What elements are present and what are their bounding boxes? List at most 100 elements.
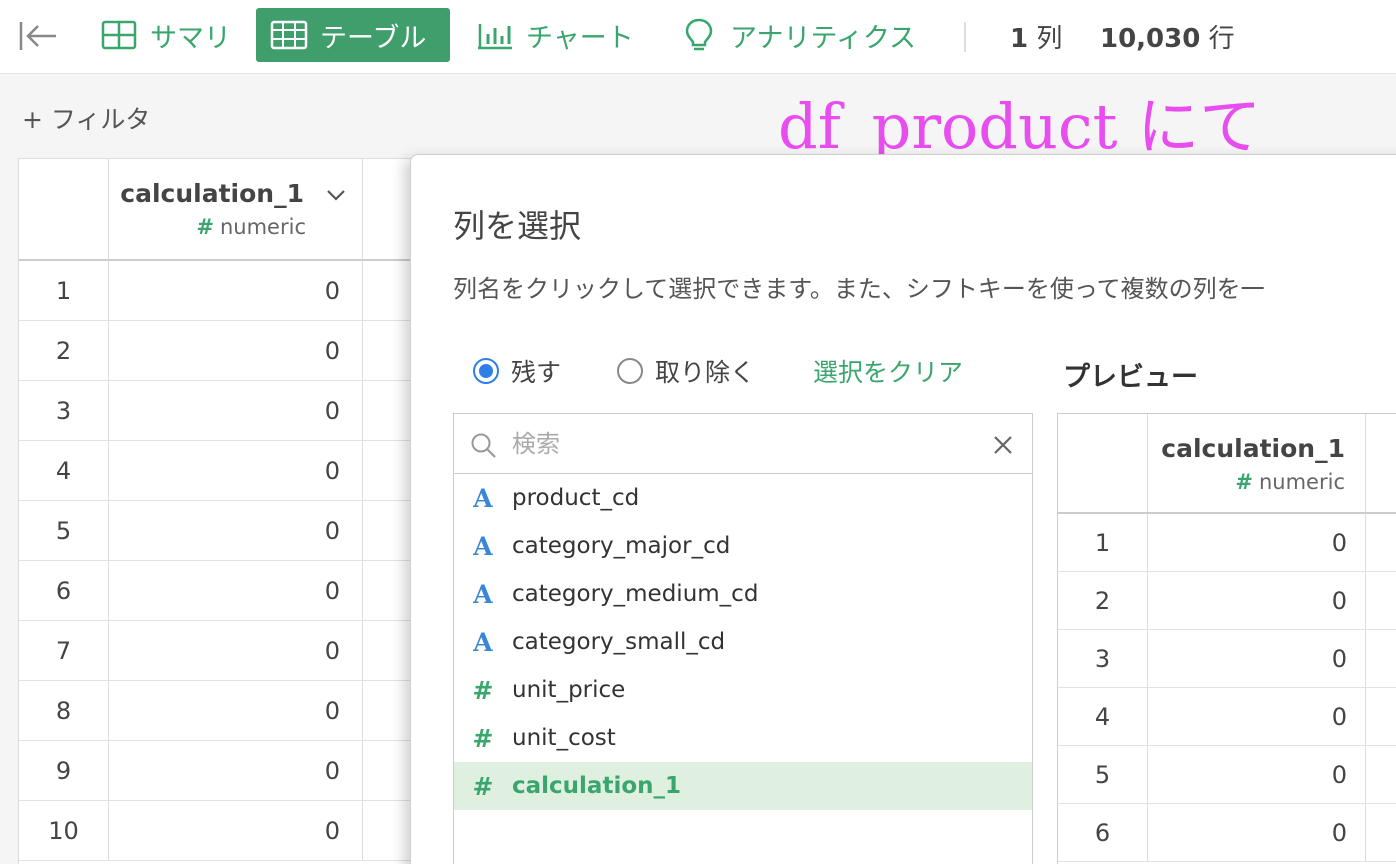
table-cell[interactable]: 0 bbox=[109, 561, 363, 620]
string-type-icon: A bbox=[473, 579, 493, 609]
row-count-unit: 行 bbox=[1208, 24, 1235, 54]
toolbar: サマリ テーブル チャート アナリティクス 1 列 10,030 行 bbox=[0, 0, 1396, 74]
data-table: calculation_1 # numeric 10203040506070809… bbox=[18, 158, 419, 864]
table-row: 30 bbox=[19, 381, 419, 441]
annotation-text: df_product にて bbox=[778, 90, 1262, 163]
table-row: 90 bbox=[19, 741, 419, 801]
row-index: 8 bbox=[19, 681, 109, 740]
table-header: calculation_1 # numeric bbox=[19, 159, 419, 261]
toolbar-divider bbox=[964, 22, 966, 52]
table-cell[interactable]: 0 bbox=[109, 741, 363, 800]
radio-keep[interactable]: 残す bbox=[473, 353, 561, 389]
preview-column-type: # numeric bbox=[1235, 470, 1345, 494]
summary-grid-icon bbox=[100, 20, 138, 50]
row-index: 4 bbox=[19, 441, 109, 500]
table-cell: 0 bbox=[1148, 688, 1366, 745]
search-icon bbox=[470, 432, 498, 460]
tab-table-label: テーブル bbox=[320, 22, 427, 54]
column-count: 1 列 bbox=[1010, 18, 1062, 55]
row-index: 6 bbox=[1058, 804, 1148, 861]
table-cell: 0 bbox=[1148, 514, 1366, 571]
table-cell[interactable]: 0 bbox=[109, 441, 363, 500]
column-list-item-label: unit_cost bbox=[512, 725, 616, 751]
table-cell[interactable]: 0 bbox=[109, 501, 363, 560]
close-icon[interactable] bbox=[992, 434, 1014, 456]
tab-chart-label: チャート bbox=[526, 22, 634, 54]
dialog-description: 列名をクリックして選択できます。また、シフトキーを使って複数の列を一 bbox=[453, 275, 1265, 303]
collapse-sidebar-icon[interactable] bbox=[18, 20, 58, 52]
column-list-item[interactable]: Aproduct_cd bbox=[454, 474, 1032, 522]
table-cell: 0 bbox=[1148, 630, 1366, 687]
column-list-item[interactable]: Acategory_small_cd bbox=[454, 618, 1032, 666]
tab-table[interactable]: テーブル bbox=[256, 8, 450, 62]
table-cell[interactable]: 0 bbox=[109, 261, 363, 320]
preview-row: 60 bbox=[1058, 804, 1396, 862]
row-count: 10,030 行 bbox=[1100, 18, 1235, 55]
column-list-item-label: product_cd bbox=[512, 485, 640, 511]
preview-row: 30 bbox=[1058, 630, 1396, 688]
column-type: # numeric bbox=[196, 215, 306, 239]
column-header-calculation-1[interactable]: calculation_1 # numeric bbox=[109, 159, 363, 259]
table-cell: 0 bbox=[1148, 572, 1366, 629]
add-filter-button[interactable]: + フィルタ bbox=[22, 100, 150, 136]
search-input[interactable] bbox=[512, 426, 952, 462]
tab-analytics[interactable]: アナリティクス bbox=[666, 8, 930, 62]
row-index: 10 bbox=[19, 801, 109, 860]
radio-unchecked-icon bbox=[617, 358, 643, 384]
numeric-type-icon: # bbox=[472, 771, 494, 801]
preview-title: プレビュー bbox=[1063, 362, 1198, 393]
column-list-item-label: category_small_cd bbox=[512, 629, 726, 655]
numeric-type-icon: # bbox=[1235, 470, 1253, 494]
table-row: 10 bbox=[19, 261, 419, 321]
clear-selection-link[interactable]: 選択をクリア bbox=[813, 353, 963, 389]
radio-keep-label: 残す bbox=[511, 358, 562, 387]
tab-summary[interactable]: サマリ bbox=[86, 8, 245, 62]
column-list-item[interactable]: # unit_price bbox=[454, 666, 1032, 714]
column-type-label: numeric bbox=[219, 215, 306, 239]
table-cell[interactable]: 0 bbox=[109, 321, 363, 380]
row-index: 1 bbox=[1058, 514, 1148, 571]
row-count-value: 10,030 bbox=[1100, 24, 1201, 54]
preview-row: 40 bbox=[1058, 688, 1396, 746]
column-list: Aproduct_cdAcategory_major_cdAcategory_m… bbox=[453, 413, 1033, 864]
preview-index-header bbox=[1058, 414, 1148, 512]
table-row: 70 bbox=[19, 621, 419, 681]
table-row: 80 bbox=[19, 681, 419, 741]
chevron-down-icon[interactable] bbox=[324, 185, 348, 205]
index-header bbox=[19, 159, 109, 259]
column-list-item[interactable]: # unit_cost bbox=[454, 714, 1032, 762]
table-row: 20 bbox=[19, 321, 419, 381]
table-cell[interactable]: 0 bbox=[109, 381, 363, 440]
preview-column-header: calculation_1 # numeric bbox=[1148, 414, 1366, 512]
row-index: 2 bbox=[19, 321, 109, 380]
table-row: 40 bbox=[19, 441, 419, 501]
numeric-type-icon: # bbox=[196, 215, 214, 239]
column-count-unit: 列 bbox=[1036, 24, 1063, 54]
search-box bbox=[454, 414, 1032, 474]
numeric-type-icon: # bbox=[472, 723, 494, 753]
preview-row: 20 bbox=[1058, 572, 1396, 630]
preview-row: 10 bbox=[1058, 514, 1396, 572]
column-list-item-label: category_major_cd bbox=[512, 533, 731, 559]
table-row: 60 bbox=[19, 561, 419, 621]
table-cell[interactable]: 0 bbox=[109, 801, 363, 860]
column-list-item[interactable]: Acategory_major_cd bbox=[454, 522, 1032, 570]
column-list-item[interactable]: # calculation_1 bbox=[454, 762, 1032, 810]
string-type-icon: A bbox=[473, 483, 493, 513]
tab-analytics-label: アナリティクス bbox=[730, 22, 917, 54]
string-type-icon: A bbox=[473, 531, 493, 561]
row-index: 3 bbox=[19, 381, 109, 440]
select-columns-dialog: 列を選択 列名をクリックして選択できます。また、シフトキーを使って複数の列を一 … bbox=[410, 154, 1396, 864]
preview-column-name: calculation_1 bbox=[1161, 434, 1345, 463]
row-index: 5 bbox=[19, 501, 109, 560]
table-cell[interactable]: 0 bbox=[109, 681, 363, 740]
table-cell[interactable]: 0 bbox=[109, 621, 363, 680]
tab-summary-label: サマリ bbox=[150, 22, 231, 54]
preview-header: calculation_1 # numeric bbox=[1058, 414, 1396, 514]
dialog-title: 列を選択 bbox=[453, 207, 582, 245]
preview-row: 50 bbox=[1058, 746, 1396, 804]
tab-chart[interactable]: チャート bbox=[462, 8, 648, 62]
column-list-item[interactable]: Acategory_medium_cd bbox=[454, 570, 1032, 618]
row-index: 3 bbox=[1058, 630, 1148, 687]
radio-remove[interactable]: 取り除く bbox=[617, 353, 755, 389]
